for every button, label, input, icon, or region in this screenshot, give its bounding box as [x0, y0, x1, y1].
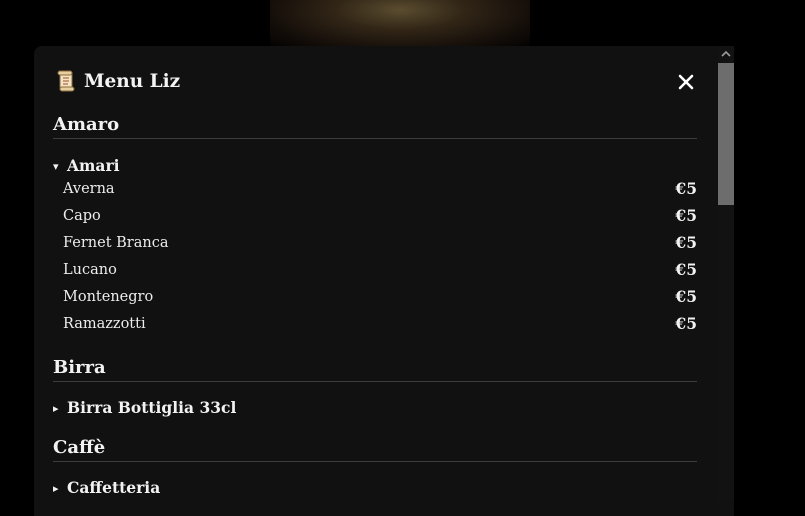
- menu-item: Montenegro €5: [63, 287, 697, 307]
- menu-item-name: Capo: [63, 208, 101, 224]
- close-icon[interactable]: [675, 71, 697, 93]
- menu-item-price: €5: [675, 206, 697, 225]
- menu-item-name: Averna: [63, 181, 115, 197]
- group-title-label: Birra Bottiglia 33cl: [67, 398, 237, 417]
- menu-item: Lucano €5: [63, 260, 697, 280]
- modal-title: Menu Liz: [84, 71, 181, 92]
- menu-modal: Menu Liz Amaro ▾ Amari Averna €5 Capo €5 …: [34, 46, 734, 516]
- section-title-birra: Birra: [53, 356, 697, 382]
- menu-item-price: €5: [675, 314, 697, 333]
- menu-item-name: Ramazzotti: [63, 316, 146, 332]
- group-title-label: Amari: [67, 156, 120, 175]
- expanded-triangle-icon: ▾: [53, 160, 59, 173]
- menu-item-name: Fernet Branca: [63, 235, 169, 251]
- group-toggle-caffetteria[interactable]: ▸ Caffetteria: [53, 478, 160, 499]
- chevron-up-icon[interactable]: [718, 46, 734, 62]
- menu-item-price: €5: [675, 260, 697, 279]
- menu-item: Ramazzotti €5: [63, 314, 697, 334]
- menu-item-price: €5: [675, 287, 697, 306]
- collapsed-triangle-icon: ▸: [53, 482, 59, 495]
- scrollbar-thumb[interactable]: [718, 63, 734, 205]
- section-title-amaro: Amaro: [53, 113, 697, 139]
- scroll-icon: [57, 70, 75, 92]
- menu-item-price: €5: [675, 179, 697, 198]
- section-title-caffe: Caffè: [53, 436, 697, 462]
- collapsed-triangle-icon: ▸: [53, 402, 59, 415]
- modal-scrollbar[interactable]: [718, 46, 734, 501]
- group-toggle-amari[interactable]: ▾ Amari: [53, 156, 120, 177]
- menu-item: Averna €5: [63, 179, 697, 199]
- menu-item: Fernet Branca €5: [63, 233, 697, 253]
- group-toggle-birra-bottiglia[interactable]: ▸ Birra Bottiglia 33cl: [53, 398, 236, 419]
- menu-item-name: Lucano: [63, 262, 117, 278]
- background-portrait-image: [270, 0, 530, 50]
- menu-item-price: €5: [675, 233, 697, 252]
- group-title-label: Caffetteria: [67, 478, 161, 497]
- modal-header: Menu Liz: [53, 70, 697, 94]
- menu-item: Capo €5: [63, 206, 697, 226]
- menu-item-name: Montenegro: [63, 289, 154, 305]
